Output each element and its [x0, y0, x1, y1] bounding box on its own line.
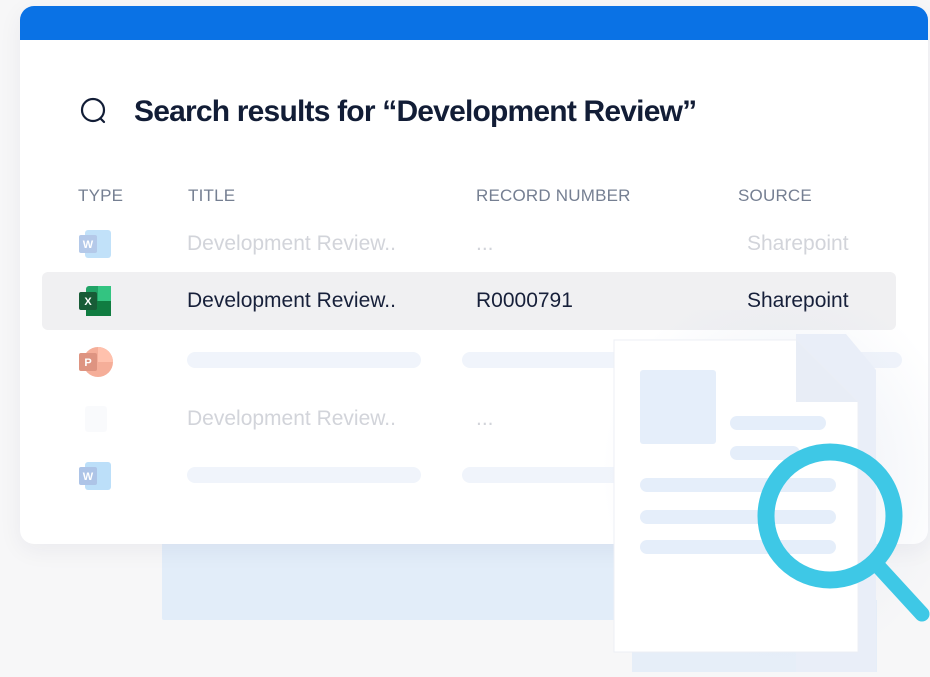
blank-file-icon: [77, 403, 113, 435]
search-results-title: Search results for “Development Review”: [134, 95, 697, 128]
search-heading: Search results for “Development Review”: [78, 90, 697, 134]
column-header-type[interactable]: TYPE: [78, 186, 123, 206]
row-source: Sharepoint: [747, 289, 849, 312]
card-top-bar: [20, 6, 928, 40]
row-title: Development Review..: [187, 289, 396, 312]
document-magnifier-icon: [600, 330, 930, 672]
column-header-title[interactable]: TITLE: [188, 186, 235, 206]
row-title: Development Review..: [187, 407, 396, 430]
word-file-icon: W: [77, 228, 113, 260]
svg-text:W: W: [83, 471, 94, 483]
row-record-number: R0000791: [476, 289, 573, 312]
powerpoint-file-icon: P: [77, 345, 113, 377]
placeholder-bar: [187, 467, 421, 483]
row-source: Sharepoint: [747, 232, 849, 255]
table-row[interactable]: W Development Review.. ... Sharepoint: [42, 215, 896, 273]
row-record-number: ...: [476, 407, 494, 430]
row-title: Development Review..: [187, 232, 396, 255]
word-file-icon: W: [77, 460, 113, 492]
table-row-selected[interactable]: X Development Review.. R0000791 Sharepoi…: [42, 272, 896, 330]
row-record-number: ...: [476, 232, 494, 255]
placeholder-bar: [187, 352, 421, 368]
svg-text:X: X: [84, 296, 92, 308]
column-header-record-number[interactable]: RECORD NUMBER: [476, 186, 631, 206]
svg-text:P: P: [84, 357, 91, 369]
svg-text:W: W: [83, 239, 94, 251]
search-icon: [78, 95, 112, 129]
excel-file-icon: X: [77, 285, 113, 317]
column-header-source[interactable]: SOURCE: [738, 186, 812, 206]
